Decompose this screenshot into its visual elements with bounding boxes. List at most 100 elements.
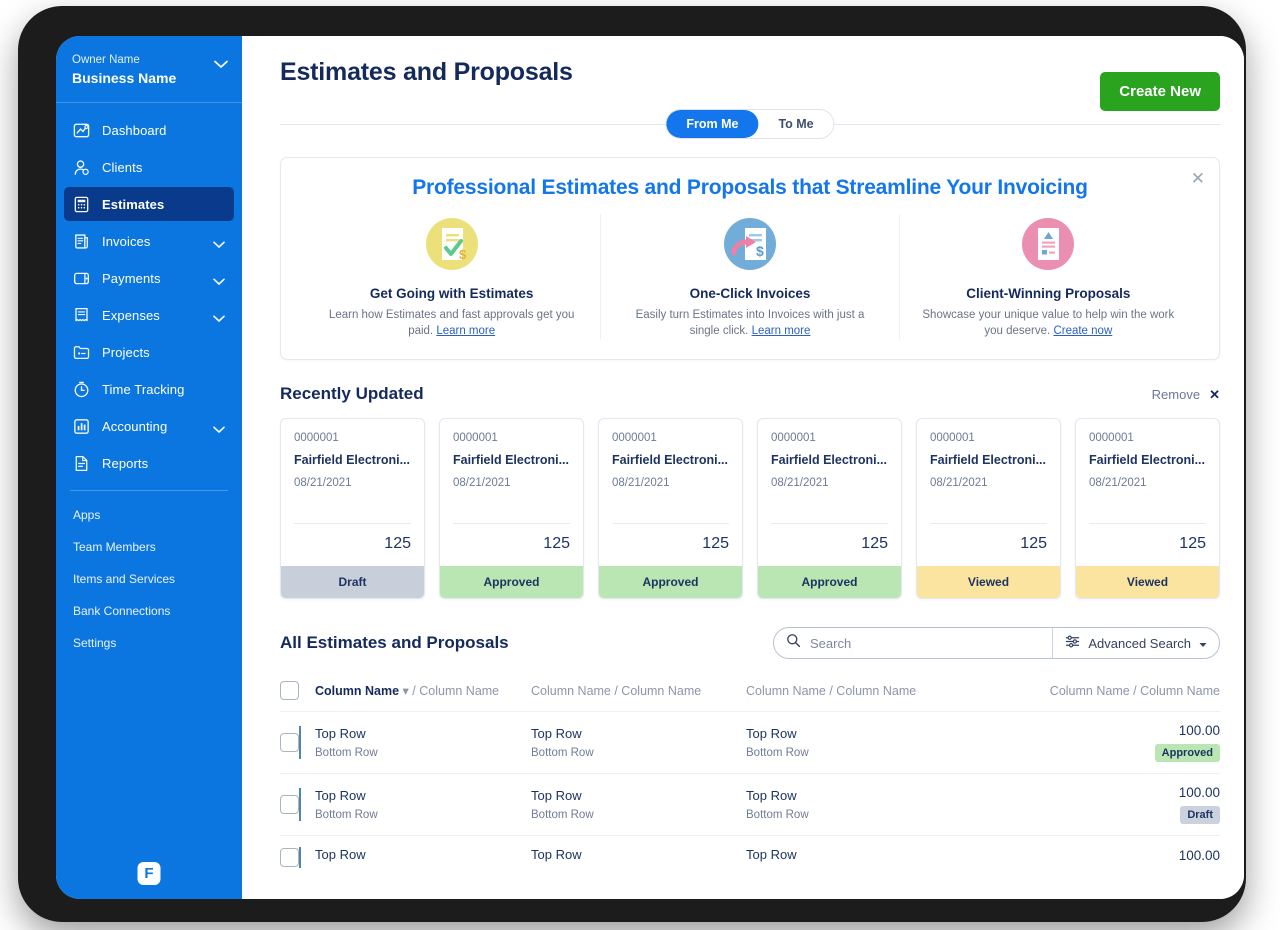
estimate-date: 08/21/2021 — [453, 477, 511, 489]
row-amount: 100.00 — [1178, 785, 1220, 800]
promo-column-invoices: $ One-Click Invoices Easily turn Estimat… — [600, 214, 898, 339]
cell-top-text: Top Row — [315, 726, 366, 741]
svg-text:$: $ — [756, 243, 764, 259]
estimate-client: Fairfield Electroni... — [612, 453, 728, 467]
column-header-separator: / — [412, 684, 416, 698]
sidebar-item-projects[interactable]: Projects — [64, 335, 234, 369]
table-row[interactable]: Top Row Bottom Row Top Row Bottom Row To… — [280, 773, 1220, 835]
sidebar-item-label: Dashboard — [102, 122, 167, 138]
table-column-header-3[interactable]: Column Name / Column Name — [746, 684, 1016, 698]
sidebar-item-items-and-services[interactable]: Items and Services — [64, 563, 234, 595]
main-content: Estimates and Proposals Create New From … — [242, 36, 1244, 899]
sidebar-item-dashboard[interactable]: Dashboard — [64, 113, 234, 147]
sidebar-item-settings[interactable]: Settings — [64, 627, 234, 659]
close-icon: ✕ — [1209, 386, 1220, 402]
table-row[interactable]: Top Row Top Row Top Row 100.00 — [280, 835, 1220, 879]
sidebar-item-invoices[interactable]: Invoices — [64, 224, 234, 258]
sidebar-item-label: Payments — [102, 270, 161, 286]
estimate-amount: 125 — [1179, 535, 1206, 552]
estimate-check-document-icon: $ — [422, 214, 482, 274]
estimate-card[interactable]: 0000001 Fairfield Electroni... 08/21/202… — [1075, 418, 1220, 599]
all-estimates-header: All Estimates and Proposals Advanced Sea… — [280, 627, 1220, 659]
sidebar-item-label: Estimates — [102, 196, 165, 212]
estimate-card-body: 0000001 Fairfield Electroni... 08/21/202… — [281, 419, 424, 524]
cell-bottom-text: Bottom Row — [315, 747, 378, 759]
sidebar-item-clients[interactable]: Clients — [64, 150, 234, 184]
promo-link[interactable]: Create now — [1053, 325, 1112, 337]
chevron-down-icon[interactable] — [214, 56, 228, 74]
close-icon[interactable]: ✕ — [1191, 170, 1205, 187]
accounting-icon — [72, 417, 91, 436]
estimate-number: 0000001 — [453, 432, 498, 444]
promo-heading: Client-Winning Proposals — [966, 286, 1131, 301]
table-column-header-2[interactable]: Column Name / Column Name — [531, 684, 746, 698]
table-row[interactable]: Top Row Bottom Row Top Row Bottom Row To… — [280, 711, 1220, 773]
promo-link[interactable]: Learn more — [752, 325, 811, 337]
estimate-card[interactable]: 0000001 Fairfield Electroni... 08/21/202… — [280, 418, 425, 599]
estimate-amount: 125 — [1020, 535, 1047, 552]
tab-pill-group: From Me To Me — [665, 109, 835, 139]
row-checkbox[interactable] — [280, 848, 299, 867]
search-input[interactable] — [810, 635, 1041, 651]
status-badge: Approved — [440, 566, 583, 598]
promo-banner: ✕ Professional Estimates and Proposals t… — [280, 157, 1220, 360]
chevron-down-icon[interactable] — [213, 310, 225, 328]
cell-top-text: Top Row — [531, 847, 582, 862]
estimate-client: Fairfield Electroni... — [930, 453, 1046, 467]
sidebar-secondary-nav: Apps Team Members Items and Services Ban… — [56, 499, 242, 659]
remove-recently-updated-button[interactable]: Remove ✕ — [1152, 387, 1220, 403]
cell-top-text: Top Row — [531, 788, 582, 803]
tab-from-me[interactable]: From Me — [666, 110, 759, 138]
search-field-wrapper[interactable] — [774, 628, 1052, 658]
sidebar-item-team-members[interactable]: Team Members — [64, 531, 234, 563]
promo-link[interactable]: Learn more — [436, 325, 495, 337]
sidebar-item-accounting[interactable]: Accounting — [64, 409, 234, 443]
estimate-date: 08/21/2021 — [612, 477, 670, 489]
promo-title: Professional Estimates and Proposals tha… — [412, 176, 1088, 199]
chevron-down-icon[interactable] — [213, 236, 225, 254]
row-checkbox[interactable] — [280, 733, 299, 752]
estimate-number: 0000001 — [612, 432, 657, 444]
table-column-header-1[interactable]: Column Name ▾ / Column Name — [299, 683, 531, 698]
sidebar-item-estimates[interactable]: Estimates — [64, 187, 234, 221]
estimate-client: Fairfield Electroni... — [453, 453, 569, 467]
dashboard-icon — [72, 121, 91, 140]
estimate-number: 0000001 — [294, 432, 339, 444]
chevron-down-icon[interactable] — [213, 273, 225, 291]
tab-to-me[interactable]: To Me — [758, 110, 833, 138]
table-cell-3: Top Row — [746, 847, 1016, 868]
advanced-search-button[interactable]: Advanced Search — [1052, 628, 1219, 658]
all-estimates-title: All Estimates and Proposals — [280, 633, 509, 652]
select-all-checkbox[interactable] — [280, 681, 299, 700]
table-column-header-4[interactable]: Column Name / Column Name — [1016, 684, 1220, 698]
estimate-card[interactable]: 0000001 Fairfield Electroni... 08/21/202… — [439, 418, 584, 599]
cell-bottom-text: Bottom Row — [746, 809, 809, 821]
estimate-card[interactable]: 0000001 Fairfield Electroni... 08/21/202… — [598, 418, 743, 599]
row-checkbox[interactable] — [280, 795, 299, 814]
promo-heading: Get Going with Estimates — [369, 286, 534, 301]
caret-down-icon — [1199, 636, 1207, 651]
estimate-card[interactable]: 0000001 Fairfield Electroni... 08/21/202… — [757, 418, 902, 599]
estimate-amount: 125 — [861, 535, 888, 552]
create-new-button[interactable]: Create New — [1100, 72, 1220, 111]
svg-text:$: $ — [459, 247, 467, 262]
sidebar-item-reports[interactable]: Reports — [64, 446, 234, 480]
promo-column-estimates: $ Get Going with Estimates Learn how Est… — [303, 214, 600, 339]
sidebar-item-apps[interactable]: Apps — [64, 499, 234, 531]
estimate-card-body: 0000001 Fairfield Electroni... 08/21/202… — [440, 419, 583, 524]
status-badge: Approved — [758, 566, 901, 598]
sort-caret-icon[interactable]: ▾ — [399, 684, 412, 698]
sidebar-item-expenses[interactable]: Expenses — [64, 298, 234, 332]
estimate-date: 08/21/2021 — [771, 477, 829, 489]
sidebar-item-payments[interactable]: Payments — [64, 261, 234, 295]
proposal-document-icon — [1018, 214, 1078, 274]
sidebar-item-bank-connections[interactable]: Bank Connections — [64, 595, 234, 627]
sidebar-item-label: Clients — [102, 159, 143, 175]
business-switcher[interactable]: Owner Name Business Name — [56, 36, 242, 102]
chevron-down-icon[interactable] — [213, 421, 225, 439]
reports-icon — [72, 454, 91, 473]
estimate-card[interactable]: 0000001 Fairfield Electroni... 08/21/202… — [916, 418, 1061, 599]
expenses-icon — [72, 306, 91, 325]
sidebar-item-time-tracking[interactable]: Time Tracking — [64, 372, 234, 406]
table-cell-3: Top Row Bottom Row — [746, 788, 1016, 821]
